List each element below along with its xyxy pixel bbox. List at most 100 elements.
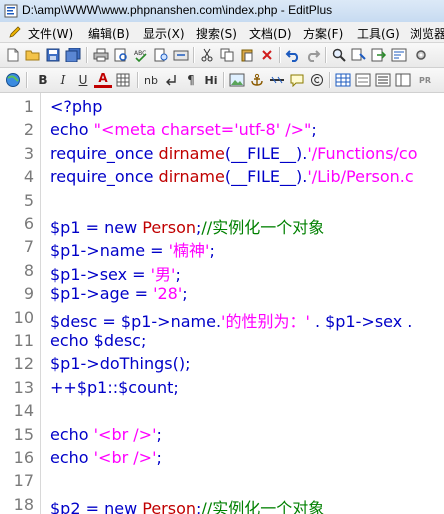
line-number: 6 — [23, 214, 34, 233]
line-number: 7 — [23, 237, 34, 257]
copy-icon[interactable] — [218, 46, 236, 64]
code-line[interactable]: ++$p1::$count; — [50, 378, 179, 397]
code-token: dirname — [158, 167, 225, 187]
heading-button[interactable]: Hi — [202, 71, 220, 89]
code-token: ; — [156, 424, 162, 444]
undo-icon[interactable] — [284, 46, 302, 64]
image-icon[interactable] — [228, 71, 246, 89]
code-token: ; — [156, 448, 162, 467]
code-token: $p2 = new — [50, 498, 143, 514]
code-line[interactable]: $p2 = new Person;//实例化一个对象 — [50, 495, 324, 514]
line-number: 14 — [13, 401, 34, 421]
code-editor[interactable]: 1 <?php 2 echo "<meta charset='utf-8' />"; 3… — [0, 93, 444, 514]
code-token: $desc = $p1->name. — [50, 311, 222, 331]
save-icon[interactable] — [44, 46, 62, 64]
code-token: (__FILE__). — [224, 167, 308, 187]
paste-icon[interactable] — [238, 46, 256, 64]
line-number: 2 — [23, 120, 34, 140]
list-icon[interactable] — [374, 71, 392, 89]
code-token: '的性别为：' — [221, 311, 310, 331]
nbsp-button[interactable]: nb — [142, 71, 160, 89]
preview-button[interactable]: PR — [416, 71, 434, 89]
line-number: 5 — [23, 190, 34, 210]
code-line[interactable]: echo "<meta charset='utf-8' />"; — [50, 120, 317, 139]
code-token: require_once — [50, 143, 159, 163]
code-token: //实例化一个对象 — [201, 498, 325, 514]
line-number: 11 — [13, 331, 34, 350]
code-token: <?php — [50, 97, 103, 116]
line-number: 13 — [13, 377, 34, 397]
save-all-icon[interactable] — [64, 46, 82, 64]
code-line[interactable]: require_once dirname(__FILE__).'/Lib/Per… — [50, 167, 414, 186]
code-line[interactable]: $p1->sex = '男'; — [50, 261, 181, 285]
line-number: 1 — [23, 97, 34, 116]
gutter-divider — [40, 93, 41, 514]
cut-icon[interactable] — [198, 46, 216, 64]
menu-document[interactable]: 文档(D) — [249, 25, 292, 42]
code-line[interactable]: $p1 = new Person;//实例化一个对象 — [50, 214, 324, 238]
open-folder-icon[interactable] — [24, 46, 42, 64]
copyright-icon[interactable] — [308, 71, 326, 89]
spellcheck-icon[interactable]: ABC — [132, 46, 150, 64]
menu-edit[interactable]: 编辑(B) — [88, 25, 130, 42]
menu-tools[interactable]: 工具(G) — [357, 25, 400, 42]
line-number: 9 — [23, 284, 34, 304]
editplus-app-icon — [4, 4, 18, 18]
code-line[interactable]: $desc = $p1->name.'的性别为：' . $p1->sex . — [50, 308, 412, 332]
line-number: 3 — [23, 143, 34, 163]
line-number: 12 — [13, 354, 34, 374]
comment-icon[interactable] — [288, 71, 306, 89]
code-line[interactable]: $p1->doThings(); — [50, 354, 191, 373]
print-icon[interactable] — [92, 46, 110, 64]
menu-view[interactable]: 显示(X) — [143, 25, 185, 42]
menu-project[interactable]: 方案(F) — [303, 25, 343, 42]
code-token: ; — [175, 264, 181, 284]
code-line[interactable]: <?php — [50, 97, 102, 116]
replace-icon[interactable] — [350, 46, 368, 64]
code-token: '楠神' — [168, 241, 210, 261]
code-token: echo — [50, 120, 94, 140]
code-token: echo $desc; — [50, 331, 147, 350]
rule-icon[interactable] — [268, 71, 286, 89]
menu-search[interactable]: 搜索(S) — [196, 25, 237, 42]
code-token: echo — [50, 448, 94, 467]
code-line[interactable]: $p1->name = '楠神'; — [50, 237, 215, 261]
underline-button[interactable]: U — [74, 71, 92, 89]
new-file-icon[interactable] — [4, 46, 22, 64]
print-preview-icon[interactable] — [112, 46, 130, 64]
code-token: Person — [142, 498, 197, 514]
table-icon[interactable] — [114, 71, 132, 89]
frame-icon[interactable] — [394, 71, 412, 89]
anchor-icon[interactable] — [248, 71, 266, 89]
settings-icon[interactable] — [412, 46, 430, 64]
ftp-icon[interactable] — [172, 46, 190, 64]
browser-globe-icon[interactable] — [4, 71, 22, 89]
code-line[interactable]: echo '<br />'; — [50, 425, 162, 444]
goto-icon[interactable] — [370, 46, 388, 64]
table-grid-icon[interactable] — [334, 71, 352, 89]
code-token: echo — [50, 424, 94, 444]
find-in-files-icon[interactable] — [152, 46, 170, 64]
code-token: (__FILE__). — [224, 143, 308, 163]
italic-button[interactable]: I — [54, 71, 72, 89]
code-line[interactable]: require_once dirname(__FILE__).'/Functio… — [50, 144, 418, 163]
form-icon[interactable] — [354, 71, 372, 89]
menu-bar: 文件(W) 编辑(B) 显示(X) 搜索(S) 文档(D) 方案(F) 工具(G… — [0, 22, 444, 43]
line-number: 4 — [23, 167, 34, 187]
line-break-icon[interactable] — [162, 71, 180, 89]
code-token: ; — [182, 284, 188, 304]
bold-button[interactable]: B — [34, 71, 52, 89]
code-line[interactable]: echo '<br />'; — [50, 448, 162, 467]
menu-file[interactable]: 文件(W) — [28, 25, 73, 42]
delete-icon[interactable] — [258, 46, 276, 64]
paragraph-button[interactable]: ¶ — [182, 71, 200, 89]
menu-browser[interactable]: 浏览器 — [410, 25, 444, 42]
code-token: ; — [209, 241, 215, 261]
code-line[interactable]: echo $desc; — [50, 331, 146, 350]
html-toolbar: B I U A nb ¶ Hi PR — [0, 68, 444, 93]
font-color-button[interactable]: A — [94, 71, 112, 88]
code-line[interactable]: $p1->age = '28'; — [50, 284, 188, 303]
redo-icon[interactable] — [304, 46, 322, 64]
search-icon[interactable] — [330, 46, 348, 64]
word-wrap-icon[interactable] — [390, 46, 408, 64]
